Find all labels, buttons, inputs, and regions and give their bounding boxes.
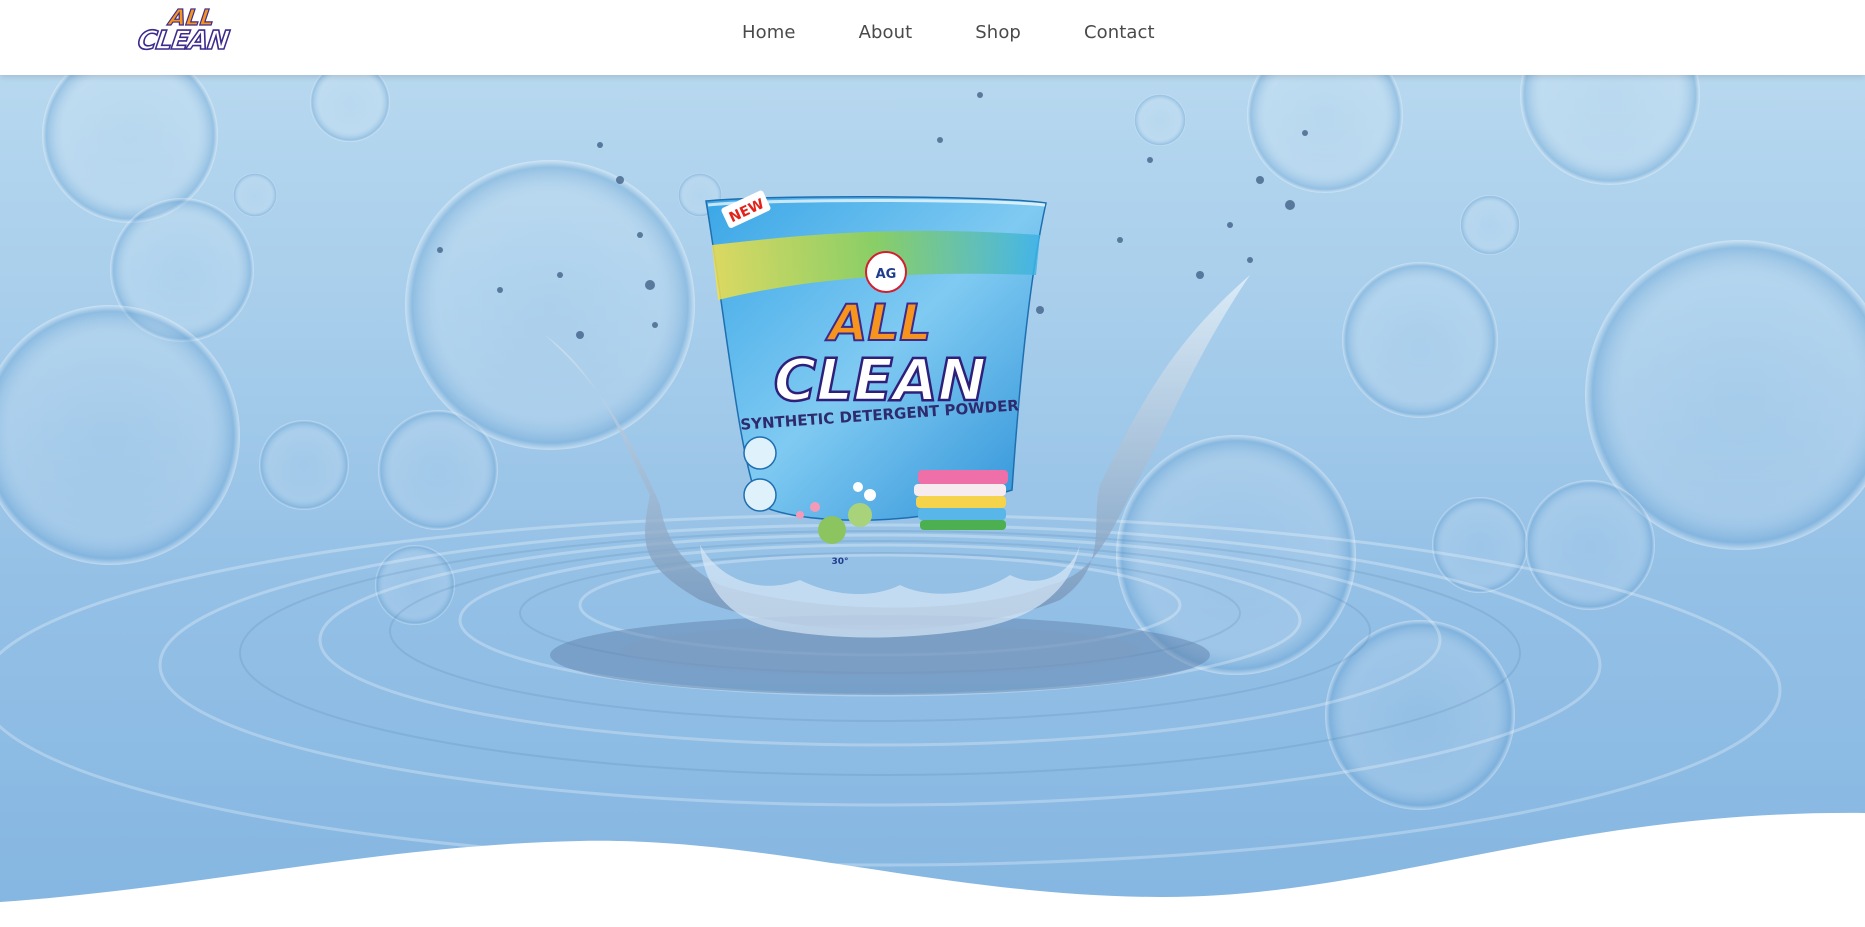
- nav-shop-link[interactable]: Shop: [975, 22, 1021, 43]
- nav-about-link[interactable]: About: [859, 22, 913, 43]
- product-package: NEW AG ALL CLEAN SYNTHETIC DETERGENT POW…: [705, 190, 1047, 567]
- product-temp-label: 30°: [831, 557, 848, 567]
- bottom-wave-decoration: [0, 812, 1865, 927]
- main-nav: Home About Shop Contact: [742, 0, 1155, 64]
- clothes-image: [914, 470, 1008, 530]
- product-brand-mark: AG: [876, 267, 897, 282]
- hero-banner: NEW AG ALL CLEAN SYNTHETIC DETERGENT POW…: [0, 75, 1865, 927]
- site-logo[interactable]: ALL CLEAN: [135, 5, 242, 58]
- product-name-line1: ALL: [825, 294, 931, 352]
- logo-text-line2: CLEAN: [135, 25, 231, 57]
- hero-illustration: NEW AG ALL CLEAN SYNTHETIC DETERGENT POW…: [0, 75, 1865, 927]
- page: ALL CLEAN Home About Shop Contact NEW AG…: [0, 0, 1865, 927]
- nav-home-link[interactable]: Home: [742, 22, 796, 43]
- nav-contact-link[interactable]: Contact: [1084, 22, 1155, 43]
- site-header: ALL CLEAN Home About Shop Contact: [0, 0, 1865, 75]
